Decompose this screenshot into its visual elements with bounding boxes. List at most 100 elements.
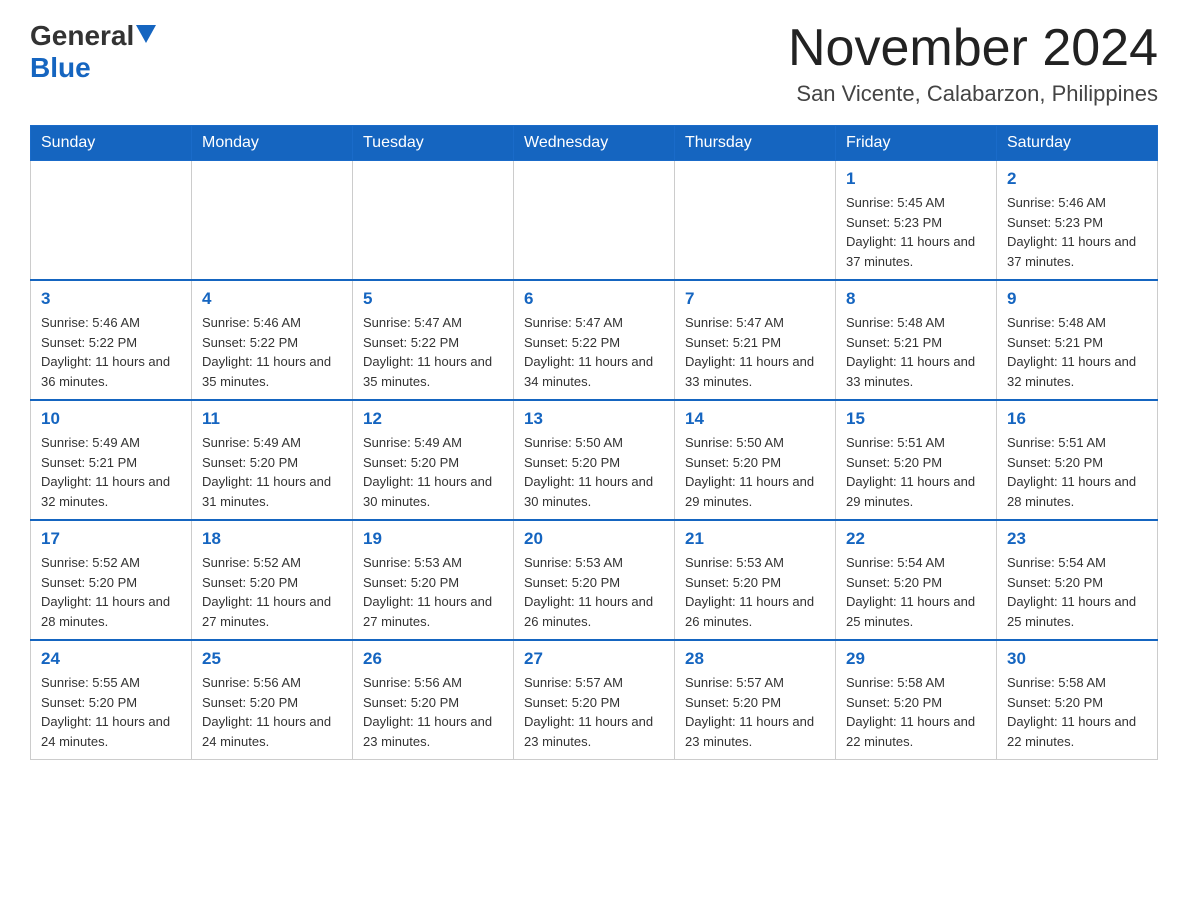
day-number: 2 <box>1007 169 1147 189</box>
day-number: 18 <box>202 529 342 549</box>
calendar-cell: 16 Sunrise: 5:51 AM Sunset: 5:20 PM Dayli… <box>997 400 1158 520</box>
calendar-cell <box>192 161 353 281</box>
calendar-week-row: 17 Sunrise: 5:52 AM Sunset: 5:20 PM Dayli… <box>31 520 1158 640</box>
calendar-cell <box>353 161 514 281</box>
day-info: Sunrise: 5:49 AM Sunset: 5:20 PM Dayligh… <box>202 433 342 511</box>
day-info: Sunrise: 5:47 AM Sunset: 5:22 PM Dayligh… <box>363 313 503 391</box>
day-number: 8 <box>846 289 986 309</box>
day-info: Sunrise: 5:55 AM Sunset: 5:20 PM Dayligh… <box>41 673 181 751</box>
calendar-cell: 7 Sunrise: 5:47 AM Sunset: 5:21 PM Daylig… <box>675 280 836 400</box>
calendar-header-thursday: Thursday <box>675 126 836 161</box>
calendar-cell <box>514 161 675 281</box>
calendar-week-row: 1 Sunrise: 5:45 AM Sunset: 5:23 PM Daylig… <box>31 161 1158 281</box>
day-info: Sunrise: 5:57 AM Sunset: 5:20 PM Dayligh… <box>685 673 825 751</box>
calendar-cell: 20 Sunrise: 5:53 AM Sunset: 5:20 PM Dayli… <box>514 520 675 640</box>
calendar-cell: 3Sunrise: 5:46 AM Sunset: 5:22 PM Daylig… <box>31 280 192 400</box>
day-number: 13 <box>524 409 664 429</box>
day-info: Sunrise: 5:50 AM Sunset: 5:20 PM Dayligh… <box>524 433 664 511</box>
day-info: Sunrise: 5:54 AM Sunset: 5:20 PM Dayligh… <box>846 553 986 631</box>
day-number: 1 <box>846 169 986 189</box>
logo-general-text: General <box>30 20 134 52</box>
calendar-cell: 25 Sunrise: 5:56 AM Sunset: 5:20 PM Dayli… <box>192 640 353 760</box>
day-info: Sunrise: 5:48 AM Sunset: 5:21 PM Dayligh… <box>846 313 986 391</box>
day-info: Sunrise: 5:58 AM Sunset: 5:20 PM Dayligh… <box>1007 673 1147 751</box>
day-info: Sunrise: 5:49 AM Sunset: 5:20 PM Dayligh… <box>363 433 503 511</box>
day-number: 16 <box>1007 409 1147 429</box>
calendar-week-row: 10Sunrise: 5:49 AM Sunset: 5:21 PM Dayli… <box>31 400 1158 520</box>
day-number: 28 <box>685 649 825 669</box>
calendar-cell: 29 Sunrise: 5:58 AM Sunset: 5:20 PM Dayli… <box>836 640 997 760</box>
day-info: Sunrise: 5:51 AM Sunset: 5:20 PM Dayligh… <box>1007 433 1147 511</box>
calendar-cell: 21 Sunrise: 5:53 AM Sunset: 5:20 PM Dayli… <box>675 520 836 640</box>
calendar-header-monday: Monday <box>192 126 353 161</box>
calendar-cell: 23 Sunrise: 5:54 AM Sunset: 5:20 PM Dayli… <box>997 520 1158 640</box>
day-number: 6 <box>524 289 664 309</box>
day-number: 14 <box>685 409 825 429</box>
day-number: 24 <box>41 649 181 669</box>
page-header: General Blue November 2024 San Vicente, … <box>30 20 1158 107</box>
calendar-header-tuesday: Tuesday <box>353 126 514 161</box>
day-number: 19 <box>363 529 503 549</box>
calendar-table: SundayMondayTuesdayWednesdayThursdayFrid… <box>30 125 1158 760</box>
calendar-cell: 17 Sunrise: 5:52 AM Sunset: 5:20 PM Dayli… <box>31 520 192 640</box>
calendar-cell: 2 Sunrise: 5:46 AM Sunset: 5:23 PM Daylig… <box>997 161 1158 281</box>
day-info: Sunrise: 5:45 AM Sunset: 5:23 PM Dayligh… <box>846 193 986 271</box>
day-number: 21 <box>685 529 825 549</box>
day-number: 12 <box>363 409 503 429</box>
calendar-cell: 15 Sunrise: 5:51 AM Sunset: 5:20 PM Dayli… <box>836 400 997 520</box>
calendar-cell: 8 Sunrise: 5:48 AM Sunset: 5:21 PM Daylig… <box>836 280 997 400</box>
calendar-cell: 13 Sunrise: 5:50 AM Sunset: 5:20 PM Dayli… <box>514 400 675 520</box>
day-number: 27 <box>524 649 664 669</box>
day-info: Sunrise: 5:53 AM Sunset: 5:20 PM Dayligh… <box>524 553 664 631</box>
day-info: Sunrise: 5:47 AM Sunset: 5:22 PM Dayligh… <box>524 313 664 391</box>
day-info: Sunrise: 5:46 AM Sunset: 5:22 PM Dayligh… <box>41 313 181 391</box>
calendar-cell: 19Sunrise: 5:53 AM Sunset: 5:20 PM Dayli… <box>353 520 514 640</box>
calendar-header-sunday: Sunday <box>31 126 192 161</box>
day-number: 15 <box>846 409 986 429</box>
calendar-cell: 1 Sunrise: 5:45 AM Sunset: 5:23 PM Daylig… <box>836 161 997 281</box>
calendar-header-friday: Friday <box>836 126 997 161</box>
calendar-cell: 12 Sunrise: 5:49 AM Sunset: 5:20 PM Dayli… <box>353 400 514 520</box>
calendar-cell: 24 Sunrise: 5:55 AM Sunset: 5:20 PM Dayli… <box>31 640 192 760</box>
day-number: 4 <box>202 289 342 309</box>
calendar-cell: 5 Sunrise: 5:47 AM Sunset: 5:22 PM Daylig… <box>353 280 514 400</box>
calendar-cell: 27Sunrise: 5:57 AM Sunset: 5:20 PM Dayli… <box>514 640 675 760</box>
month-year-title: November 2024 <box>788 20 1158 77</box>
day-info: Sunrise: 5:52 AM Sunset: 5:20 PM Dayligh… <box>41 553 181 631</box>
calendar-cell: 30Sunrise: 5:58 AM Sunset: 5:20 PM Dayli… <box>997 640 1158 760</box>
logo-triangle-icon <box>136 25 156 43</box>
day-info: Sunrise: 5:46 AM Sunset: 5:22 PM Dayligh… <box>202 313 342 391</box>
day-info: Sunrise: 5:56 AM Sunset: 5:20 PM Dayligh… <box>202 673 342 751</box>
calendar-header-wednesday: Wednesday <box>514 126 675 161</box>
calendar-cell: 28 Sunrise: 5:57 AM Sunset: 5:20 PM Dayli… <box>675 640 836 760</box>
day-info: Sunrise: 5:58 AM Sunset: 5:20 PM Dayligh… <box>846 673 986 751</box>
title-area: November 2024 San Vicente, Calabarzon, P… <box>788 20 1158 107</box>
day-info: Sunrise: 5:48 AM Sunset: 5:21 PM Dayligh… <box>1007 313 1147 391</box>
calendar-cell: 4 Sunrise: 5:46 AM Sunset: 5:22 PM Daylig… <box>192 280 353 400</box>
day-number: 5 <box>363 289 503 309</box>
day-info: Sunrise: 5:56 AM Sunset: 5:20 PM Dayligh… <box>363 673 503 751</box>
day-info: Sunrise: 5:54 AM Sunset: 5:20 PM Dayligh… <box>1007 553 1147 631</box>
day-number: 26 <box>363 649 503 669</box>
day-info: Sunrise: 5:46 AM Sunset: 5:23 PM Dayligh… <box>1007 193 1147 271</box>
calendar-cell: 14Sunrise: 5:50 AM Sunset: 5:20 PM Dayli… <box>675 400 836 520</box>
logo: General Blue <box>30 20 156 84</box>
day-info: Sunrise: 5:53 AM Sunset: 5:20 PM Dayligh… <box>685 553 825 631</box>
calendar-cell: 10Sunrise: 5:49 AM Sunset: 5:21 PM Dayli… <box>31 400 192 520</box>
day-number: 25 <box>202 649 342 669</box>
calendar-cell: 11Sunrise: 5:49 AM Sunset: 5:20 PM Dayli… <box>192 400 353 520</box>
calendar-cell: 18Sunrise: 5:52 AM Sunset: 5:20 PM Dayli… <box>192 520 353 640</box>
calendar-cell: 9 Sunrise: 5:48 AM Sunset: 5:21 PM Daylig… <box>997 280 1158 400</box>
day-number: 17 <box>41 529 181 549</box>
day-number: 9 <box>1007 289 1147 309</box>
day-number: 20 <box>524 529 664 549</box>
day-number: 7 <box>685 289 825 309</box>
calendar-cell: 26 Sunrise: 5:56 AM Sunset: 5:20 PM Dayli… <box>353 640 514 760</box>
day-number: 29 <box>846 649 986 669</box>
day-number: 23 <box>1007 529 1147 549</box>
day-info: Sunrise: 5:51 AM Sunset: 5:20 PM Dayligh… <box>846 433 986 511</box>
calendar-week-row: 24 Sunrise: 5:55 AM Sunset: 5:20 PM Dayli… <box>31 640 1158 760</box>
day-number: 22 <box>846 529 986 549</box>
day-info: Sunrise: 5:47 AM Sunset: 5:21 PM Dayligh… <box>685 313 825 391</box>
calendar-cell <box>31 161 192 281</box>
